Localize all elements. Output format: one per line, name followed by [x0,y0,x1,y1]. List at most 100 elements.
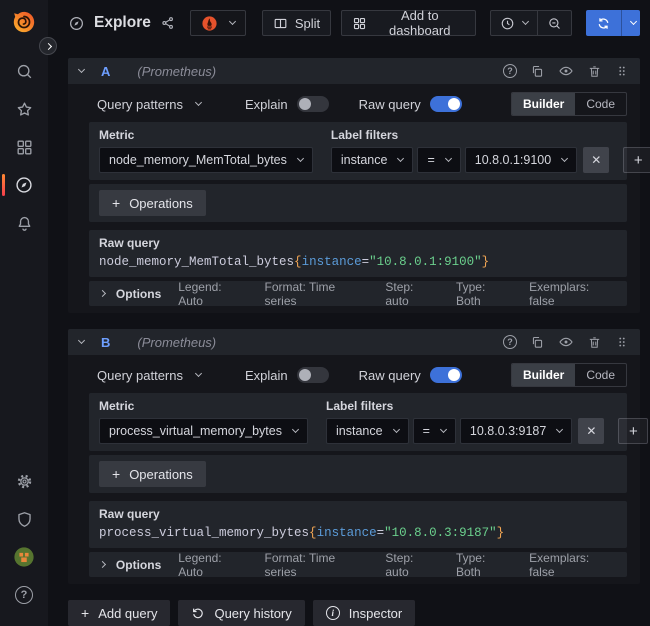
toggle-knob [448,98,460,110]
metric-select[interactable]: process_virtual_memory_bytes [99,418,308,444]
option-exemplars: Exemplars: false [529,280,616,308]
grafana-logo-icon[interactable] [11,9,37,35]
raw-query-toggle-wrap: Raw query [359,96,462,112]
remove-query-button[interactable] [587,335,602,350]
filter-key-value: instance [336,424,383,438]
code-mode-tab[interactable]: Code [575,364,626,386]
add-operation-button[interactable]: + Operations [99,461,206,487]
filter-key-select[interactable]: instance [331,147,414,173]
query-options-row[interactable]: Options Legend: Auto Format: Time series… [89,552,627,577]
sidebar-nav-top [0,52,48,242]
sidebar-item-configuration[interactable] [0,462,48,500]
chevron-down-icon [397,155,404,162]
sidebar-item-server-admin[interactable] [0,500,48,538]
editor-toolbar-row: Query patterns Explain Raw query Builder… [89,362,627,388]
chevron-right-icon [44,42,51,49]
prometheus-icon [201,15,218,32]
add-filter-button[interactable]: + [623,147,650,173]
code-label-name: instance [317,526,377,540]
toggle-knob [448,369,460,381]
drag-grip-icon[interactable] [615,335,629,349]
toggle-knob [299,98,311,110]
code-open-brace: { [294,255,302,269]
zoom-out-button[interactable] [537,11,571,35]
query-options-row[interactable]: Options Legend: Auto Format: Time series… [89,281,627,306]
inspector-label: Inspector [349,606,402,621]
sidebar-item-dashboards[interactable] [0,128,48,166]
help-question-icon: ? [15,586,33,604]
option-type: Type: Both [456,280,512,308]
datasource-picker[interactable] [190,10,246,36]
query-patterns-dropdown[interactable]: Query patterns [89,368,209,383]
chevron-down-icon [440,426,447,433]
explain-toggle-wrap: Explain [245,367,329,383]
explain-label: Explain [245,368,288,383]
add-to-dashboard-button[interactable]: Add to dashboard [341,10,476,36]
duplicate-query-button[interactable] [530,335,545,350]
split-button[interactable]: Split [262,10,331,36]
question-circle-icon: ? [503,335,517,349]
filter-key-select[interactable]: instance [326,418,409,444]
plus-icon: + [81,605,89,621]
filter-value-select[interactable]: 10.8.0.1:9100 [465,147,577,173]
sidebar-item-explore[interactable] [0,166,48,204]
add-operation-button[interactable]: + Operations [99,190,206,216]
duplicate-query-button[interactable] [530,64,545,79]
chevron-down-icon [630,18,637,25]
sidebar-expand-button[interactable] [39,37,57,55]
filter-operator-select[interactable]: = [413,418,456,444]
raw-query-code: process_virtual_memory_bytes{instance="1… [99,526,617,540]
editor-mode-switch: Builder Code [511,363,627,387]
query-row-header[interactable]: A (Prometheus) ? [68,58,640,84]
drag-grip-icon[interactable] [615,64,629,78]
share-icon[interactable] [160,15,176,31]
raw-query-toggle[interactable] [430,96,462,112]
builder-mode-tab[interactable]: Builder [512,93,575,115]
explain-toggle[interactable] [297,96,329,112]
query-help-button[interactable]: ? [503,335,517,349]
add-query-button[interactable]: + Add query [68,600,170,626]
refresh-button[interactable] [586,10,621,36]
remove-filter-button[interactable]: ✕ [583,147,609,173]
query-help-button[interactable]: ? [503,64,517,78]
metric-value: node_memory_MemTotal_bytes [109,153,287,167]
time-controls-group [490,10,572,36]
filter-operator-select[interactable]: = [417,147,460,173]
raw-query-toggle-label: Raw query [359,97,421,112]
query-history-button[interactable]: Query history [178,600,304,626]
add-to-dashboard-label: Add to dashboard [374,8,465,38]
sidebar-item-alerting[interactable] [0,204,48,242]
code-mode-tab[interactable]: Code [575,93,626,115]
operations-box: + Operations [89,184,627,222]
metric-field-label: Metric [99,129,313,142]
time-range-picker[interactable] [491,11,537,35]
builder-mode-tab[interactable]: Builder [512,364,575,386]
code-close-brace: } [497,526,505,540]
explain-toggle[interactable] [297,367,329,383]
query-row-header[interactable]: B (Prometheus) ? [68,329,640,355]
collapse-chevron-icon[interactable] [78,337,85,344]
refresh-interval-dropdown[interactable] [621,10,640,36]
remove-filter-button[interactable]: ✕ [578,418,604,444]
collapse-chevron-icon[interactable] [78,66,85,73]
raw-query-box: Raw query node_memory_MemTotal_bytes{ins… [89,230,627,277]
label-filter-row: instance = 10.8.0.3:9187 ✕ [326,418,648,444]
query-patterns-dropdown[interactable]: Query patterns [89,97,209,112]
sidebar-item-search[interactable] [0,52,48,90]
sidebar-item-starred[interactable] [0,90,48,128]
add-filter-button[interactable]: + [618,418,648,444]
sidebar-item-help[interactable]: ? [0,576,48,614]
metric-select[interactable]: node_memory_MemTotal_bytes [99,147,313,173]
raw-query-toggle[interactable] [430,367,462,383]
left-sidebar: ? [0,0,48,626]
query-editor-body: Query patterns Explain Raw query Builder… [68,84,640,313]
plus-icon: + [112,466,120,482]
toggle-visibility-button[interactable] [558,334,574,350]
query-header-actions: ? [503,63,629,79]
sidebar-item-profile[interactable] [0,538,48,576]
option-format: Format: Time series [265,280,369,308]
filter-value-select[interactable]: 10.8.0.3:9187 [460,418,572,444]
toggle-visibility-button[interactable] [558,63,574,79]
inspector-button[interactable]: i Inspector [313,600,415,626]
remove-query-button[interactable] [587,64,602,79]
